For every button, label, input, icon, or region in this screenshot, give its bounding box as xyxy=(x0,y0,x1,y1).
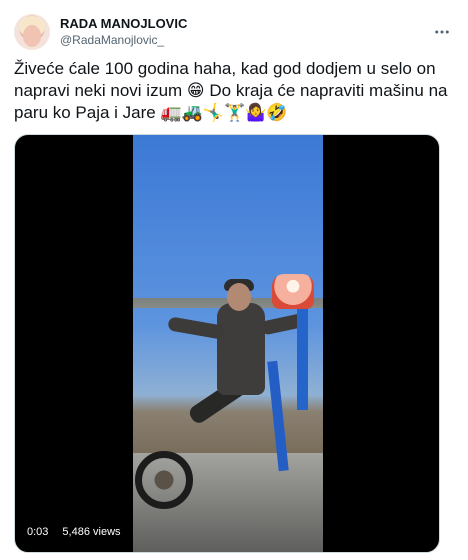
user-handle[interactable]: @RadaManojlovic_ xyxy=(60,32,187,48)
ellipsis-icon xyxy=(435,30,449,34)
tweet-header: RADA MANOJLOVIC @RadaManojlovic_ xyxy=(14,12,454,52)
machine-tank xyxy=(272,274,314,309)
tweet-text: Živeće ćale 100 godina haha, kad god dod… xyxy=(14,59,448,122)
wheel xyxy=(135,451,193,509)
tweet-card: RADA MANOJLOVIC @RadaManojlovic_ Živeće … xyxy=(0,0,468,560)
person-body xyxy=(217,303,265,395)
video-player[interactable]: 0:03 5,486 views xyxy=(14,134,440,553)
display-name[interactable]: RADA MANOJLOVIC xyxy=(60,16,187,32)
more-button[interactable] xyxy=(430,20,454,44)
avatar[interactable] xyxy=(14,14,50,50)
machine-tube xyxy=(297,302,308,410)
video-duration: 0:03 xyxy=(25,524,51,540)
video-meta: 0:03 5,486 views xyxy=(25,524,121,540)
video-views: 5,486 views xyxy=(62,526,121,538)
video-frame xyxy=(133,135,323,552)
author-info: RADA MANOJLOVIC @RadaManojlovic_ xyxy=(60,16,187,48)
person-head xyxy=(227,283,251,311)
